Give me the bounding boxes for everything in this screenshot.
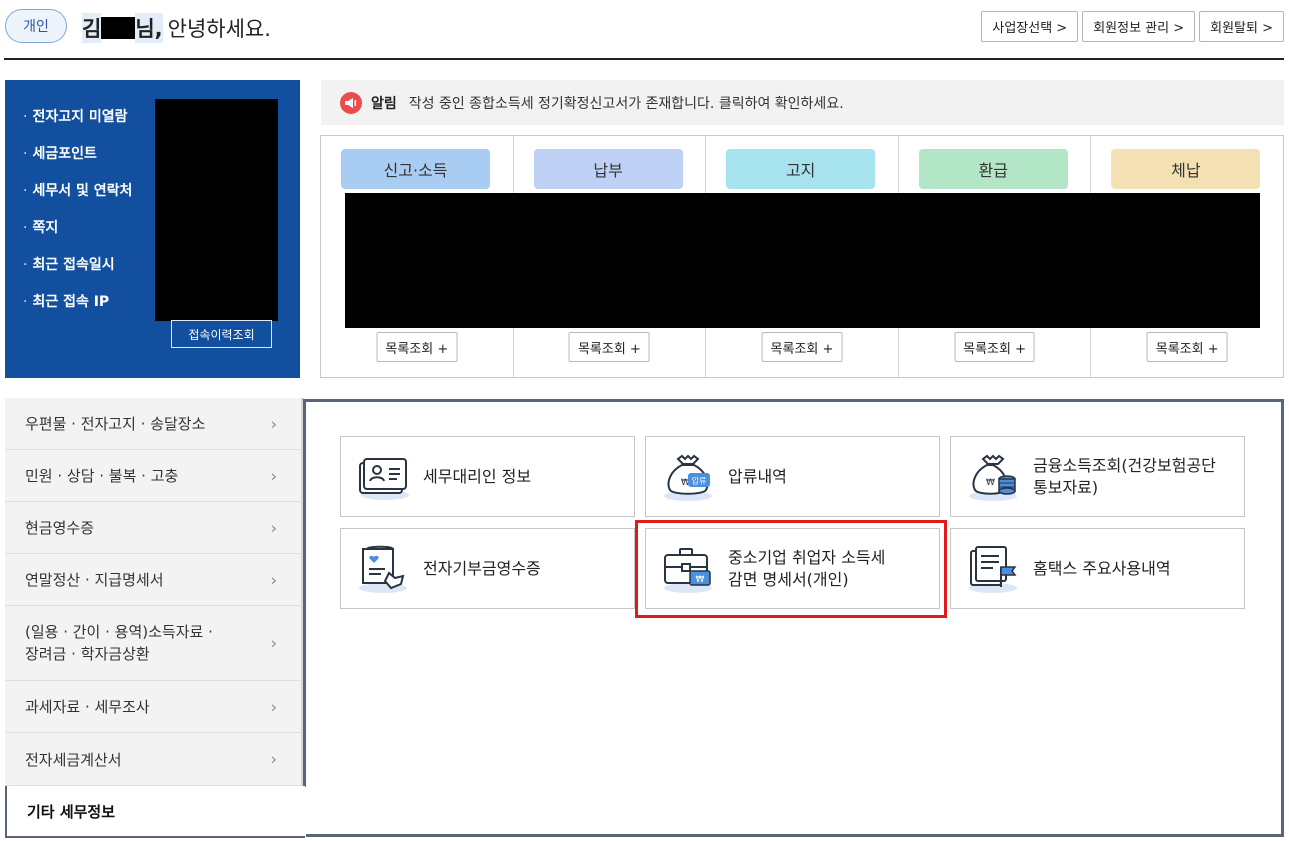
menu-item-label: (일용 · 간이 · 용역)소득자료 · 장려금 · 학자금상환 xyxy=(25,621,213,665)
header-buttons: 사업장선택 > 회원정보 관리 > 회원탈퇴 > xyxy=(981,11,1284,42)
service-label: 홈택스 주요사용내역 xyxy=(1033,558,1171,578)
list-view-button[interactable]: 목록조회 + xyxy=(954,332,1036,362)
menu-item-label: 현금영수증 xyxy=(25,519,95,537)
menu-item-label: 민원 · 상담 · 불복 · 고충 xyxy=(25,467,179,485)
seizure-money-bag-icon: ₩ 압류 xyxy=(664,454,712,501)
menu-item-other-tax-info[interactable]: 기타 세무정보 xyxy=(5,786,305,838)
menu-item-income-data[interactable]: (일용 · 간이 · 용역)소득자료 · 장려금 · 학자금상환 › xyxy=(5,606,304,681)
list-view-button[interactable]: 목록조회 + xyxy=(761,332,843,362)
info-unread-notices[interactable]: 전자고지 미열람 xyxy=(23,106,127,126)
tab-payment[interactable]: 납부 xyxy=(533,149,683,189)
side-menu: 우편물 · 전자고지 · 송달장소 › 민원 · 상담 · 불복 · 고충 › … xyxy=(5,398,304,786)
greeting-text: 안녕하세요. xyxy=(167,17,271,41)
list-view-button[interactable]: 목록조회 + xyxy=(376,332,458,362)
chevron-right-icon: › xyxy=(270,570,277,589)
service-label: 압류내역 xyxy=(728,466,787,486)
greeting: 김 님, 안녕하세요. xyxy=(82,13,271,43)
menu-item-civil[interactable]: 민원 · 상담 · 불복 · 고충 › xyxy=(5,450,304,502)
notice-text[interactable]: 작성 중인 종합소득세 정기확정신고서가 존재합니다. 클릭하여 확인하세요. xyxy=(409,93,844,113)
list-view-button[interactable]: 목록조회 + xyxy=(1146,332,1228,362)
service-label: 세무대리인 정보 xyxy=(423,466,532,486)
list-view-button[interactable]: 목록조회 + xyxy=(568,332,650,362)
service-label-line-2: 통보자료) xyxy=(1033,477,1099,497)
select-business-button[interactable]: 사업장선택 > xyxy=(981,11,1079,42)
menu-item-tax-audit[interactable]: 과세자료 · 세무조사 › xyxy=(5,681,304,733)
redacted-status xyxy=(345,193,1260,328)
tab-refund[interactable]: 환급 xyxy=(918,149,1068,189)
tab-report-income[interactable]: 신고·소득 xyxy=(341,149,490,189)
header: 개인 김 님, 안녕하세요. 사업장선택 > 회원정보 관리 > 회원탈퇴 > xyxy=(0,0,1289,60)
menu-item-cash-receipt[interactable]: 현금영수증 › xyxy=(5,502,304,554)
service-label: 금융소득조회(건강보험공단 통보자료) xyxy=(1033,455,1216,499)
notice-bar[interactable]: 알림 작성 중인 종합소득세 정기확정신고서가 존재합니다. 클릭하여 확인하세… xyxy=(321,80,1284,125)
service-label: 전자기부금영수증 xyxy=(423,558,541,578)
account-info-panel: 전자고지 미열람 세금포인트 세무서 및 연락처 쪽지 최근 접속일시 최근 접… xyxy=(5,80,300,378)
greeting-name-first: 김 xyxy=(82,13,102,43)
tab-arrears[interactable]: 체납 xyxy=(1111,149,1261,189)
tax-agent-icon xyxy=(359,457,409,500)
redacted-name xyxy=(101,17,136,39)
hometax-usage-icon xyxy=(969,545,1017,593)
header-divider xyxy=(4,58,1284,60)
svg-text:압류: 압류 xyxy=(692,476,707,485)
notice-label: 알림 xyxy=(371,95,397,112)
service-tax-agent[interactable]: 세무대리인 정보 xyxy=(340,436,635,517)
chevron-right-icon: › xyxy=(270,633,277,653)
chevron-right-icon: › xyxy=(270,518,277,537)
menu-item-label: 전자세금계산서 xyxy=(25,750,122,769)
chevron-right-icon: › xyxy=(270,697,277,716)
tab-notice[interactable]: 고지 xyxy=(726,149,876,189)
menu-item-label: 연말정산 · 지급명세서 xyxy=(25,571,164,589)
info-last-login: 최근 접속일시 xyxy=(23,254,114,274)
financial-income-icon: ₩ xyxy=(969,454,1017,501)
access-history-button[interactable]: 접속이력조회 xyxy=(171,320,272,348)
user-type-badge[interactable]: 개인 xyxy=(5,9,67,43)
service-donation-receipt[interactable]: 전자기부금영수증 xyxy=(340,528,635,609)
info-tax-office[interactable]: 세무서 및 연락처 xyxy=(23,180,132,200)
withdraw-membership-button[interactable]: 회원탈퇴 > xyxy=(1199,11,1284,42)
menu-item-year-end[interactable]: 연말정산 · 지급명세서 › xyxy=(5,554,304,606)
menu-item-mail[interactable]: 우편물 · 전자고지 · 송달장소 › xyxy=(5,398,304,450)
donation-receipt-icon xyxy=(359,545,407,593)
info-messages[interactable]: 쪽지 xyxy=(23,217,58,237)
menu-item-label: 우편물 · 전자고지 · 송달장소 xyxy=(25,415,206,433)
redacted-info xyxy=(155,99,278,321)
svg-text:₩: ₩ xyxy=(986,478,995,488)
menu-item-label-line-2: 장려금 · 학자금상환 xyxy=(25,645,150,663)
info-last-ip: 최근 접속 IP xyxy=(23,291,109,311)
service-hometax-usage[interactable]: 홈택스 주요사용내역 xyxy=(950,528,1245,609)
menu-item-label-line-1: (일용 · 간이 · 용역)소득자료 · xyxy=(25,623,213,641)
chevron-right-icon: › xyxy=(270,749,277,769)
service-label-line-1: 금융소득조회(건강보험공단 xyxy=(1033,455,1216,475)
menu-item-label: 과세자료 · 세무조사 xyxy=(25,698,150,716)
member-info-button[interactable]: 회원정보 관리 > xyxy=(1082,11,1196,42)
service-financial-income[interactable]: ₩ 금융소득조회(건강보험공단 통보자료) xyxy=(950,436,1245,517)
info-tax-points[interactable]: 세금포인트 xyxy=(23,143,96,163)
greeting-name-last: 님, xyxy=(135,13,163,43)
megaphone-icon xyxy=(340,91,362,114)
chevron-right-icon: › xyxy=(270,466,277,485)
selection-highlight xyxy=(635,520,947,618)
service-seizure[interactable]: ₩ 압류 압류내역 xyxy=(645,436,940,517)
chevron-right-icon: › xyxy=(270,414,277,433)
menu-item-e-tax-invoice[interactable]: 전자세금계산서 › xyxy=(5,733,304,786)
